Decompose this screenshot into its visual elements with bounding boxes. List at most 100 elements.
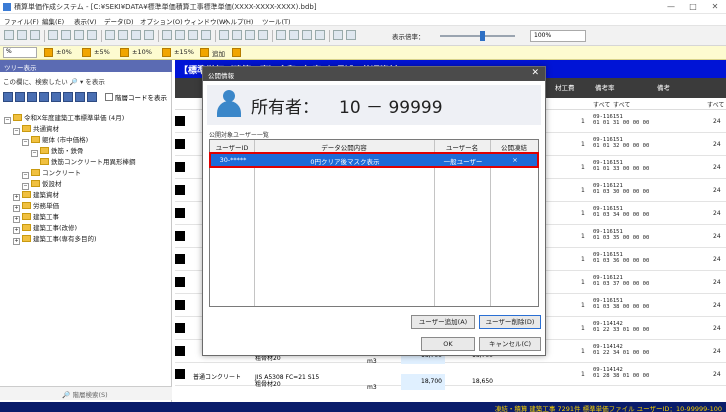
tree-item[interactable]: + 建築工事(専有多目的) xyxy=(13,233,97,245)
settings-icon[interactable] xyxy=(333,30,343,40)
add-user-button[interactable]: ユーザー追加(A) xyxy=(411,315,475,329)
column-header-material-cost[interactable]: 材工費 xyxy=(555,82,575,92)
grid-col-frozen[interactable]: 公開凍結 xyxy=(490,142,538,152)
minimize-button[interactable]: — xyxy=(664,1,678,12)
open-folder-icon[interactable] xyxy=(17,30,27,40)
row-marker[interactable] xyxy=(175,139,185,149)
rate-button-15[interactable] xyxy=(162,48,171,57)
percent-icon[interactable] xyxy=(276,30,286,40)
new-file-icon[interactable] xyxy=(4,30,14,40)
show-code-checkbox[interactable] xyxy=(105,93,113,101)
zoom-select[interactable]: 100% xyxy=(530,30,586,42)
zoom-slider-track[interactable] xyxy=(440,35,515,37)
filter-icon[interactable] xyxy=(175,30,185,40)
menu-options[interactable]: オプション(O) xyxy=(140,16,183,26)
tree-expander-icon[interactable]: + xyxy=(13,238,20,245)
tree-item[interactable]: 鉄筋コンクリート用異形棒鋼 xyxy=(40,156,136,166)
rate-button-0[interactable] xyxy=(44,48,53,57)
search-icon[interactable] xyxy=(162,30,172,40)
print-icon[interactable] xyxy=(48,30,58,40)
row-marker[interactable] xyxy=(175,185,185,195)
insert-row-icon[interactable] xyxy=(131,30,141,40)
menu-help[interactable]: ヘルプ(H) xyxy=(224,16,253,26)
tree-expander-icon[interactable]: − xyxy=(22,139,29,146)
tree-expander-icon[interactable]: − xyxy=(13,128,20,135)
show-code-label: 階層コードを表示 xyxy=(115,94,167,102)
grid-col-content[interactable]: データ公開内容 xyxy=(254,142,434,152)
row-marker[interactable] xyxy=(175,208,185,218)
grid-cell-frozen: × xyxy=(512,156,518,164)
menu-tools[interactable]: ツール(T) xyxy=(262,16,291,26)
expand-all-icon[interactable] xyxy=(3,92,13,102)
hierarchy-search-button[interactable]: 🔎 階層検索(S) xyxy=(20,389,150,399)
calculator-icon[interactable] xyxy=(201,30,211,40)
zoom-out-icon[interactable] xyxy=(232,30,242,40)
row-marker[interactable] xyxy=(175,277,185,287)
folder-icon xyxy=(31,180,40,187)
rate-select[interactable]: % xyxy=(3,47,37,58)
save-icon[interactable] xyxy=(30,30,40,40)
cut-icon[interactable] xyxy=(61,30,71,40)
zoom-slider-thumb[interactable] xyxy=(480,31,485,41)
undo-icon[interactable] xyxy=(105,30,115,40)
level1-icon[interactable] xyxy=(27,92,37,102)
rate-button-10[interactable] xyxy=(120,48,129,57)
rate-label-0: ±0% xyxy=(56,48,72,56)
filter-notes[interactable]: すべて xyxy=(613,100,630,109)
collapse-all-icon[interactable] xyxy=(15,92,25,102)
row-marker[interactable] xyxy=(175,323,185,333)
menu-data[interactable]: データ(D) xyxy=(104,16,134,26)
cancel-button[interactable]: キャンセル(C) xyxy=(479,337,541,351)
menu-window[interactable]: ウィンドウ(W) xyxy=(184,16,228,26)
column-header-rate[interactable]: 備考率 xyxy=(595,82,615,92)
column-header-notes[interactable]: 備考 xyxy=(657,82,670,92)
chart-icon[interactable] xyxy=(245,30,255,40)
level3-icon[interactable] xyxy=(51,92,61,102)
grid-col-user-id[interactable]: ユーザーID xyxy=(210,142,254,152)
row-notes: 09-116121 01 03 37 00 00 00 xyxy=(593,275,650,287)
menu-edit[interactable]: 編集(E) xyxy=(42,16,64,26)
tree-expander-icon[interactable]: − xyxy=(31,150,38,157)
close-window-button[interactable]: ✕ xyxy=(708,1,722,12)
row-marker[interactable] xyxy=(175,254,185,264)
row-price-2: 18,650 xyxy=(472,378,493,385)
row-rate: 1 xyxy=(581,325,585,332)
level2-icon[interactable] xyxy=(39,92,49,102)
tree-search-input[interactable]: この欄に、検索したい 🔎 ▾ を表示 xyxy=(3,76,169,88)
info-icon[interactable] xyxy=(346,30,356,40)
menu-view[interactable]: 表示(V) xyxy=(74,16,97,26)
rate-button-5[interactable] xyxy=(82,48,91,57)
folder-icon xyxy=(22,235,31,242)
lock-icon[interactable] xyxy=(302,30,312,40)
dialog-close-icon[interactable]: ✕ xyxy=(531,68,539,78)
filter-rate[interactable]: すべて xyxy=(593,100,610,109)
tree-expander-icon[interactable]: − xyxy=(4,117,11,124)
redo-icon[interactable] xyxy=(118,30,128,40)
rate-button-extra[interactable] xyxy=(232,48,241,57)
rate-button-add[interactable] xyxy=(200,48,209,57)
row-marker[interactable] xyxy=(175,300,185,310)
grid-row-selected[interactable]: 30-***** 0円クリア後マスク表示 一般ユーザー × xyxy=(209,152,539,168)
level4-icon[interactable] xyxy=(63,92,73,102)
export-icon[interactable] xyxy=(258,30,268,40)
row-marker[interactable] xyxy=(175,116,185,126)
grid-col-user-name[interactable]: ユーザー名 xyxy=(434,142,490,152)
remove-user-button[interactable]: ユーザー削除(D) xyxy=(479,315,541,329)
filter-extra[interactable]: すべて xyxy=(707,100,724,109)
menu-file[interactable]: ファイル(F) xyxy=(4,16,39,26)
row-marker[interactable] xyxy=(175,162,185,172)
sort-icon[interactable] xyxy=(188,30,198,40)
copy-icon[interactable] xyxy=(74,30,84,40)
delete-row-icon[interactable] xyxy=(144,30,154,40)
maximize-button[interactable]: □ xyxy=(686,1,700,12)
row-marker[interactable] xyxy=(175,231,185,241)
paste-icon[interactable] xyxy=(87,30,97,40)
grid-icon[interactable] xyxy=(289,30,299,40)
level5-icon[interactable] xyxy=(75,92,85,102)
ok-button[interactable]: OK xyxy=(421,337,475,351)
level6-icon[interactable] xyxy=(87,92,97,102)
zoom-in-icon[interactable] xyxy=(219,30,229,40)
tree-panel-footer: 🔎 階層検索(S) xyxy=(0,386,172,400)
help-icon[interactable] xyxy=(315,30,325,40)
status-text: 凍結・積算 建築工事 7291件 標準単価ファイル ユーザーID：10-9999… xyxy=(494,405,722,412)
